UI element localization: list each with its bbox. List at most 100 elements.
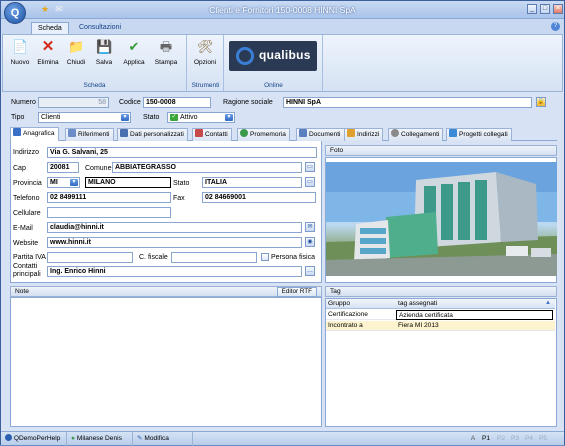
ragione-sociale-label: Ragione sociale	[223, 99, 273, 106]
indirizzi-icon	[347, 129, 355, 137]
apply-button[interactable]: ✔ Applica	[121, 39, 147, 73]
comune-lookup-button[interactable]: ▭	[305, 162, 315, 172]
tab-scheda[interactable]: Scheda	[31, 22, 69, 34]
building-illustration	[326, 162, 557, 276]
persona-fisica-checkbox[interactable]	[261, 253, 269, 261]
maximize-button[interactable]: □	[540, 4, 550, 14]
tab-documenti[interactable]: Documenti	[296, 128, 345, 141]
delete-button[interactable]: ✕ Elimina	[35, 39, 61, 73]
minimize-button[interactable]: _	[527, 4, 537, 14]
note-text-area[interactable]	[10, 297, 322, 427]
page-p3[interactable]: P3	[509, 432, 521, 446]
numero-label: Numero	[11, 99, 36, 106]
nazione-field[interactable]: ITALIA	[202, 177, 302, 188]
cap-field[interactable]: 20081	[47, 162, 79, 173]
window-title: Clienti e Fornitori 150-0008 HINNI SpA	[209, 5, 356, 15]
chevron-down-icon: ▼	[70, 179, 78, 186]
fax-field[interactable]: 02 84669001	[202, 192, 316, 203]
tab-indirizzi[interactable]: Indirizzi	[344, 128, 384, 141]
website-open-button[interactable]: ◉	[305, 237, 315, 247]
note-header: Note Editor RTF	[10, 286, 322, 297]
tipo-value: Clienti	[41, 114, 61, 121]
dati-personalizzati-icon	[120, 129, 128, 137]
main-window: ★ ✉ Clienti e Fornitori 150-0008 HINNI S…	[0, 0, 565, 446]
lock-icon[interactable]: 🔒	[536, 97, 546, 107]
ribbon: 📄 Nuovo ✕ Elimina 📁 Chiudi 💾 Salva ✔ App…	[2, 34, 563, 92]
page-p5[interactable]: P5	[537, 432, 549, 446]
table-row[interactable]: Certificazione Azienda certificata	[326, 310, 555, 320]
documenti-icon	[299, 129, 307, 137]
tab-progetti-collegati[interactable]: Progetti collegati	[446, 128, 512, 141]
nazione-label: Stato	[173, 180, 190, 187]
comune-field[interactable]: ABBIATEGRASSO	[112, 162, 302, 173]
tab-collegamenti[interactable]: Collegamenti	[388, 128, 444, 141]
email-label: E-Mail	[13, 225, 33, 232]
close-record-button[interactable]: 📁 Chiudi	[63, 39, 89, 73]
website-field[interactable]: www.hinni.it	[47, 237, 302, 248]
ragione-sociale-field[interactable]: HINNI SpA	[283, 97, 532, 108]
ribbon-tab-strip: Scheda Consultazioni ?	[1, 19, 564, 34]
options-button[interactable]: 🛠 Opzioni	[192, 39, 218, 73]
delete-x-icon: ✕	[41, 38, 55, 55]
email-send-button[interactable]: ✉	[305, 222, 315, 232]
save-button[interactable]: 💾 Salva	[91, 39, 117, 73]
contatti-lookup-button[interactable]: …	[305, 266, 315, 276]
tab-promemoria[interactable]: Promemoria	[237, 128, 290, 141]
page-p4[interactable]: P4	[523, 432, 535, 446]
promemoria-icon	[240, 129, 248, 137]
print-button[interactable]: 🖶 Stampa	[153, 39, 179, 73]
close-button[interactable]: ×	[553, 4, 563, 14]
stato-select[interactable]: ✓ Attivo ▼	[167, 112, 235, 123]
detail-tabs: Anagrafica Riferimenti Dati personalizza…	[10, 127, 557, 141]
tab-consultazioni[interactable]: Consultazioni	[73, 22, 127, 34]
tab-dati-personalizzati[interactable]: Dati personalizzati	[117, 128, 188, 141]
telefono-field[interactable]: 02 8499111	[47, 192, 171, 203]
page-p2[interactable]: P2	[495, 432, 507, 446]
group-online: qualibus Online	[225, 35, 323, 91]
column-tag-assegnati[interactable]: tag assegnati	[396, 299, 546, 309]
anagrafica-icon	[13, 128, 21, 136]
qualibus-q-icon	[236, 47, 254, 65]
telefono-label: Telefono	[13, 195, 40, 202]
partita-iva-field[interactable]	[47, 252, 133, 263]
indirizzo-field[interactable]: Via G. Salvani, 25	[47, 147, 317, 158]
status-bar: QDemoPerHelp ● Milanese Denis ✎ Modifica…	[1, 431, 564, 446]
qualibus-logo[interactable]: qualibus	[229, 41, 317, 71]
printer-icon: 🖶	[159, 39, 173, 54]
tipo-label: Tipo	[11, 114, 25, 121]
qualibus-logo-text: qualibus	[259, 48, 311, 62]
codice-fiscale-field[interactable]	[171, 252, 257, 263]
group-label-scheda: Scheda	[83, 82, 106, 89]
app-menu-button[interactable]: Q	[4, 2, 26, 24]
page-p1[interactable]: P1	[480, 432, 492, 446]
chevron-down-icon: ▼	[225, 114, 233, 121]
email-field[interactable]: claudia@hinni.it	[47, 222, 302, 233]
chevron-down-icon: ▼	[121, 114, 129, 121]
company-building-photo	[326, 162, 557, 276]
codice-field[interactable]: 150-0008	[143, 97, 211, 108]
page-a[interactable]: A	[467, 432, 479, 446]
column-gruppo[interactable]: Gruppo	[326, 299, 396, 309]
new-button[interactable]: 📄 Nuovo	[7, 39, 33, 73]
tab-riferimenti[interactable]: Riferimenti	[65, 128, 114, 141]
apply-icon: ✔	[128, 39, 140, 54]
provincia-label: Provincia	[13, 180, 42, 187]
website-label: Website	[13, 240, 39, 247]
tipo-select[interactable]: Clienti ▼	[38, 112, 131, 123]
provincia-name-field[interactable]: MILANO	[85, 177, 171, 188]
cellulare-field[interactable]	[47, 207, 171, 218]
sort-arrow-icon: ▲	[545, 300, 551, 306]
table-row[interactable]: Incontrato a Fiera MI 2013	[326, 321, 555, 331]
provincia-select[interactable]: MI ▼	[47, 177, 80, 188]
tab-contatti[interactable]: Contatti	[192, 128, 232, 141]
new-document-icon: 📄	[12, 39, 29, 54]
tab-anagrafica[interactable]: Anagrafica	[10, 127, 59, 141]
tag-header: Tag	[325, 286, 557, 297]
nazione-lookup-button[interactable]: ▭	[305, 177, 315, 187]
group-label-online: Online	[264, 82, 283, 89]
contatti-principali-field[interactable]: Ing. Enrico Hinni	[47, 266, 302, 277]
foto-header: Foto	[325, 145, 557, 156]
editor-rtf-button[interactable]: Editor RTF	[276, 287, 317, 297]
save-disk-icon: 💾	[96, 39, 113, 54]
help-icon[interactable]: ?	[551, 22, 560, 31]
